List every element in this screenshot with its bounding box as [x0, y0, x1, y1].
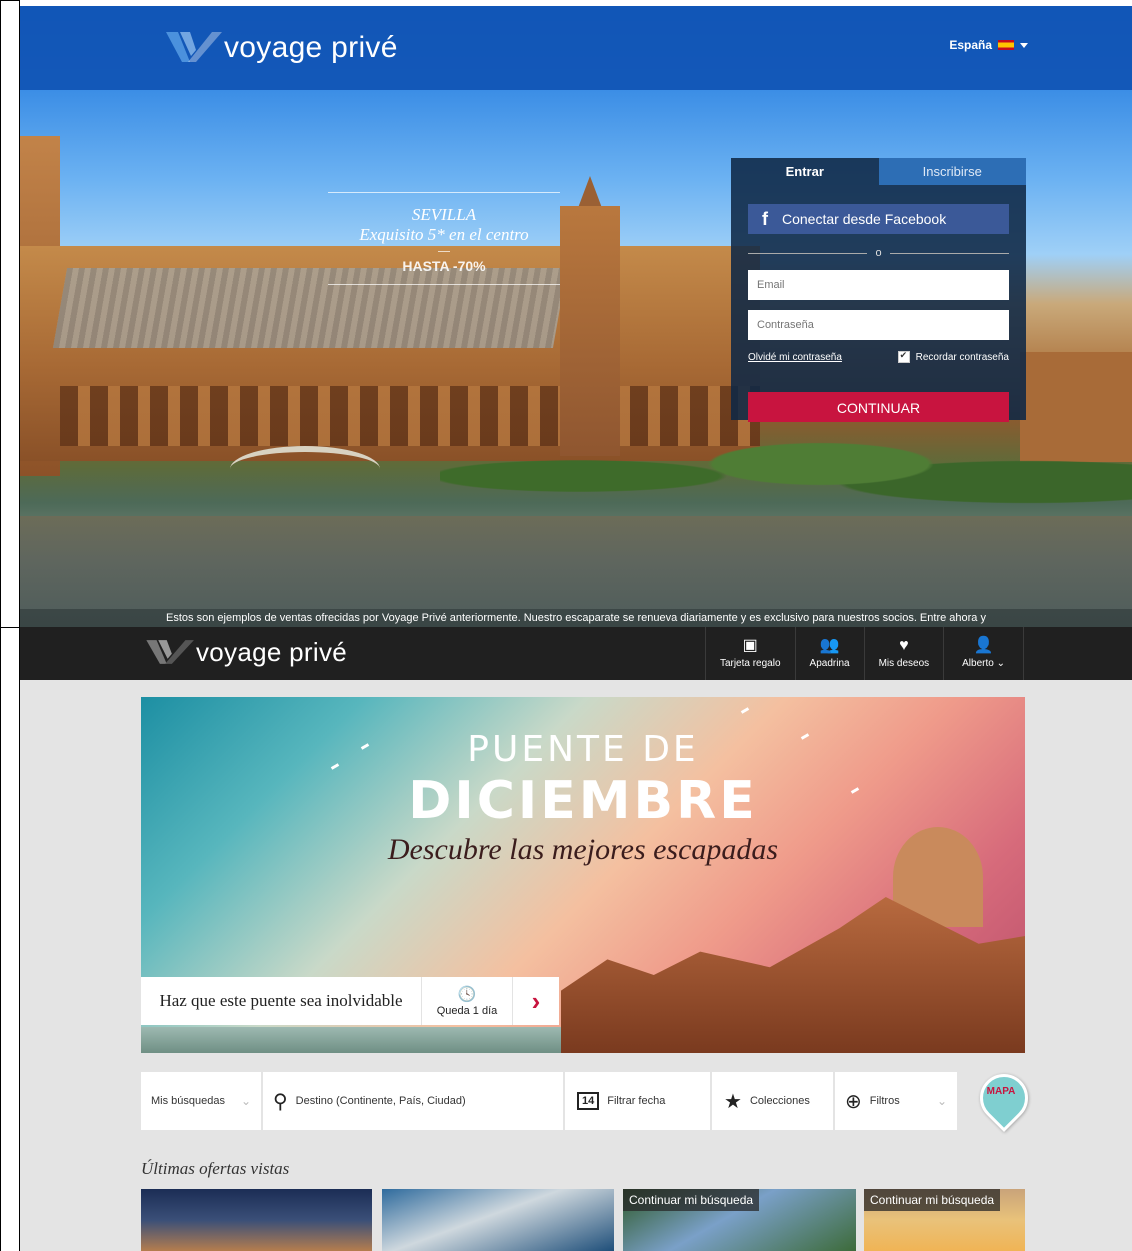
my-searches-label: Mis búsquedas [151, 1095, 225, 1107]
country-selector[interactable]: España [949, 38, 1028, 52]
continue-search-label: Continuar mi búsqueda [864, 1189, 1001, 1211]
offer-card[interactable]: Continuar mi búsqueda [623, 1189, 856, 1251]
destination-search-input[interactable]: ⚲ Destino (Continente, País, Ciudad) [263, 1072, 565, 1130]
time-left: 🕓 Queda 1 día [422, 977, 513, 1025]
spain-flag-icon [998, 40, 1014, 50]
chevron-down-icon: ⌄ [240, 1094, 251, 1108]
tab-signup[interactable]: Inscribirse [878, 158, 1026, 185]
search-icon: ⚲ [273, 1090, 288, 1113]
facebook-connect-label: Conectar desde Facebook [782, 211, 947, 227]
landing-section: voyage privé España SEVILLA Exquisito 5*… [20, 6, 1132, 627]
star-icon: ★ [724, 1090, 742, 1113]
heart-icon: ♥ [899, 637, 909, 654]
chevron-down-icon: ⌄ [996, 658, 1005, 669]
country-label: España [949, 38, 992, 52]
banner-cta-bar[interactable]: Haz que este puente sea inolvidable 🕓 Qu… [141, 977, 559, 1025]
filters-dropdown[interactable]: ⊕ Filtros ⌄ [835, 1072, 957, 1130]
facebook-icon: f [762, 208, 768, 229]
collections-label: Colecciones [749, 1095, 810, 1107]
or-divider: o [748, 246, 1009, 260]
facebook-connect-button[interactable]: f Conectar desde Facebook [748, 204, 1009, 234]
calendar-icon: 14 [577, 1092, 600, 1110]
frame-border-mid [0, 627, 20, 628]
promo-discount: HASTA -70% [402, 258, 486, 274]
promo-rule-bottom [328, 284, 560, 285]
user-icon: 👤 [973, 637, 994, 654]
password-field[interactable] [748, 310, 1009, 340]
remember-label: Recordar contraseña [915, 351, 1009, 363]
offer-card[interactable]: Continuar mi búsqueda [864, 1189, 1025, 1251]
frame-border-left [0, 0, 1, 1251]
promo-city: SEVILLA [411, 205, 477, 224]
members-section: voyage privé ▣ Tarjeta regalo 👥 Apadrina… [20, 627, 1132, 1251]
recent-offers-title: Últimas ofertas vistas [141, 1159, 290, 1178]
or-label: o [875, 247, 882, 259]
search-filter-bar: Mis búsquedas ⌄ ⚲ Destino (Continente, P… [141, 1072, 957, 1130]
map-button[interactable]: MAPA [970, 1064, 1038, 1132]
disclaimer-text: Estos son ejemplos de ventas ofrecidas p… [20, 609, 1132, 627]
logo[interactable]: voyage privé [166, 28, 398, 68]
remember-password-toggle[interactable]: Recordar contraseña [897, 350, 1009, 363]
members-header: voyage privé ▣ Tarjeta regalo 👥 Apadrina… [20, 627, 1132, 680]
plus-circle-icon: ⊕ [845, 1090, 862, 1113]
promo-divider [438, 251, 450, 252]
recent-offers-list: Continuar mi búsqueda Continuar mi búsqu… [141, 1189, 1025, 1251]
nav-user-menu[interactable]: 👤 Alberto ⌄ [943, 627, 1024, 680]
scene-bridge [230, 446, 380, 492]
continue-button[interactable]: CONTINUAR [748, 392, 1009, 422]
nav-gift-card[interactable]: ▣ Tarjeta regalo [704, 627, 795, 680]
forgot-password-link[interactable]: Olvidé mi contraseña [748, 352, 842, 363]
banner-line3: Descubre las mejores escapadas [387, 833, 779, 866]
banner-ground [141, 1027, 561, 1053]
offer-card[interactable] [141, 1189, 372, 1251]
nav-sponsor[interactable]: 👥 Apadrina [794, 627, 864, 680]
promo-overlay[interactable]: SEVILLA Exquisito 5* en el centro HASTA … [328, 192, 560, 285]
clock-icon: 🕓 [457, 986, 477, 1003]
tab-login[interactable]: Entrar [731, 158, 879, 185]
login-tabs: Entrar Inscribirse [731, 158, 1026, 185]
gift-card-icon: ▣ [742, 637, 758, 654]
map-label: MAPA [986, 1086, 1016, 1097]
map-pin-icon [970, 1064, 1038, 1132]
filters-label: Filtros [869, 1095, 900, 1107]
offer-card[interactable] [382, 1189, 614, 1251]
promo-subtitle: Exquisito 5* en el centro [359, 225, 529, 244]
time-left-label: Queda 1 día [436, 1005, 498, 1017]
landing-header: voyage privé España [20, 6, 1132, 90]
login-panel: Entrar Inscribirse f Conectar desde Face… [731, 158, 1026, 422]
frame-border-top [0, 0, 20, 1]
filter-date-label: Filtrar fecha [607, 1095, 666, 1107]
logo-text: voyage privé [224, 31, 398, 64]
nav-wishlist[interactable]: ♥ Mis deseos [863, 627, 944, 680]
chevron-right-icon: › [531, 985, 541, 1016]
banner-next-button[interactable]: › [513, 977, 559, 1025]
logo-v-icon [146, 640, 194, 664]
banner-line2: DICIEMBRE [408, 771, 758, 831]
my-searches-dropdown[interactable]: Mis búsquedas ⌄ [141, 1072, 263, 1130]
promo-banner[interactable]: PUENTE DE DICIEMBRE Descubre las mejores… [141, 697, 1025, 1053]
promo-rule-top [328, 192, 560, 193]
collections-button[interactable]: ★ Colecciones [712, 1072, 835, 1130]
filter-date-button[interactable]: 14 Filtrar fecha [565, 1072, 712, 1130]
banner-cta-title: Haz que este puente sea inolvidable [141, 977, 422, 1025]
chevron-down-icon: ⌄ [936, 1094, 947, 1108]
continue-search-label: Continuar mi búsqueda [623, 1189, 760, 1211]
nav-sponsor-label: Apadrina [809, 658, 850, 669]
nav-wishlist-label: Mis deseos [878, 658, 930, 669]
email-field[interactable] [748, 270, 1009, 300]
caret-down-icon [1020, 42, 1028, 48]
members-nav: ▣ Tarjeta regalo 👥 Apadrina ♥ Mis deseos… [704, 627, 1024, 680]
members-logo-text: voyage privé [196, 636, 348, 667]
nav-gift-card-label: Tarjeta regalo [719, 658, 781, 669]
sponsor-icon: 👥 [819, 637, 840, 654]
confetti-decoration [740, 707, 750, 714]
remember-checkbox[interactable] [897, 350, 910, 363]
logo-v-icon [166, 32, 222, 62]
members-logo[interactable]: voyage privé [146, 635, 347, 669]
nav-user-label: Alberto ⌄ [962, 658, 1005, 669]
banner-line1: PUENTE DE [467, 729, 699, 770]
destination-placeholder: Destino (Continente, País, Ciudad) [295, 1095, 466, 1107]
